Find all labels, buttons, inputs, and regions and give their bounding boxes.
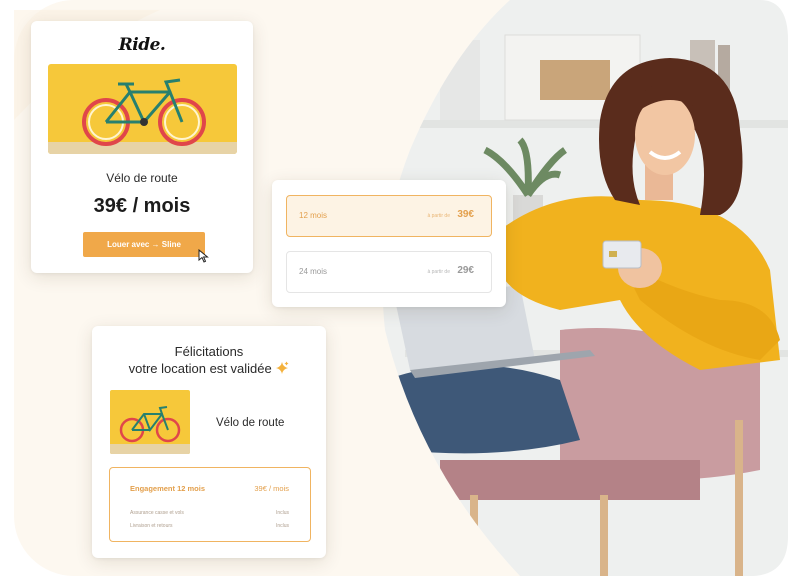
cursor-pointer-icon bbox=[198, 249, 209, 263]
confirmed-product-name: Vélo de route bbox=[216, 417, 285, 429]
bike-image bbox=[48, 64, 237, 154]
plans-card: 12 mois à partir de 39€ 24 mois à partir… bbox=[272, 180, 506, 307]
confirmation-card: Félicitations votre location est validée… bbox=[92, 326, 326, 558]
plan-duration: 24 mois bbox=[299, 267, 328, 276]
summary-row-value: Inclus bbox=[275, 510, 289, 516]
title-line-2-wrap: votre location est validée bbox=[92, 360, 326, 377]
summary-row-label: Livraison et retours bbox=[130, 523, 173, 529]
plan-price: 29€ bbox=[457, 265, 474, 276]
summary-row-value: Inclus bbox=[275, 523, 289, 529]
rent-with-sline-button[interactable]: Louer avec → Sline bbox=[83, 232, 205, 257]
bike-thumbnail bbox=[110, 390, 190, 454]
plan-from-label: à partir de bbox=[427, 213, 450, 219]
sparkle-icon bbox=[276, 361, 289, 374]
product-name: Vélo de route bbox=[106, 171, 178, 185]
product-card: Ride. Vélo de route 39€ / mois Louer ave… bbox=[31, 21, 253, 273]
plan-option-12-months[interactable]: 12 mois à partir de 39€ bbox=[286, 195, 492, 237]
title-line-1: Félicitations bbox=[174, 344, 244, 359]
engagement-label: Engagement 12 mois bbox=[130, 484, 206, 493]
rental-summary: Engagement 12 mois 39€ / mois Assurance … bbox=[109, 467, 311, 542]
engagement-price: 39€ / mois bbox=[254, 484, 289, 493]
title-line-2: votre location est validée bbox=[128, 361, 272, 376]
plan-option-24-months[interactable]: 24 mois à partir de 29€ bbox=[286, 251, 492, 293]
plan-price: 39€ bbox=[457, 209, 474, 220]
plan-duration: 12 mois bbox=[299, 211, 328, 220]
product-price: 39€ / mois bbox=[93, 195, 191, 217]
brand-logo: Ride. bbox=[118, 35, 166, 55]
confirmation-title: Félicitations votre location est validée bbox=[92, 343, 326, 377]
plan-from-label: à partir de bbox=[427, 269, 450, 275]
marketing-visual: Ride. Vélo de route 39€ / mois Louer ave… bbox=[0, 0, 788, 576]
summary-row-label: Assurance casse et vols bbox=[130, 510, 184, 516]
